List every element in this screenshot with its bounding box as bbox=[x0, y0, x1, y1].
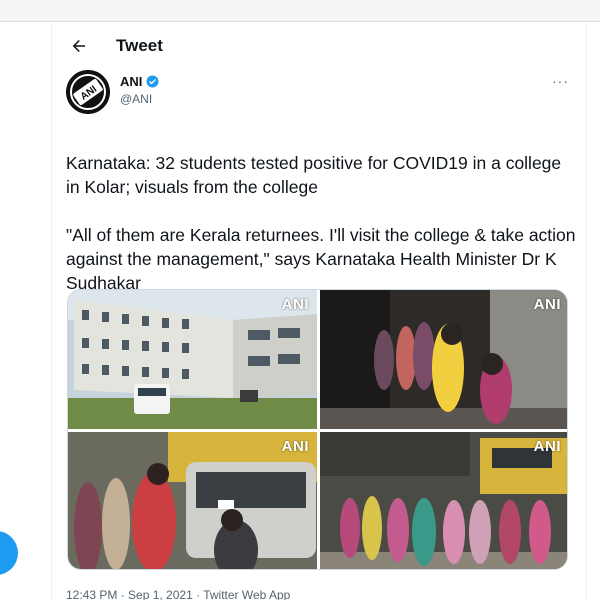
tweet-photo-students-queue[interactable]: ANI bbox=[320, 290, 567, 429]
tweet-photo-crowd[interactable]: ANI bbox=[320, 432, 567, 569]
arrow-left-icon bbox=[72, 40, 85, 52]
avatar[interactable]: ANI bbox=[66, 70, 110, 114]
tweet-detail-column: Tweet ANI ANI @ANI ··· Karnataka: 32 stu… bbox=[52, 23, 600, 600]
author-handle[interactable]: @ANI bbox=[120, 92, 159, 106]
compose-tweet-button[interactable] bbox=[0, 531, 18, 575]
tweet-paragraph: "All of them are Kerala returnees. I'll … bbox=[66, 225, 581, 293]
ani-logo-icon: ANI bbox=[66, 70, 110, 114]
more-dots-icon[interactable]: ··· bbox=[552, 73, 569, 89]
tweet-timestamp[interactable]: 12:43 PM · Sep 1, 2021 · Twitter Web App bbox=[66, 588, 290, 600]
back-button[interactable] bbox=[62, 29, 96, 63]
page-title: Tweet bbox=[116, 36, 163, 55]
tweet-text: Karnataka: 32 students tested positive f… bbox=[66, 151, 576, 295]
author-name[interactable]: ANI bbox=[120, 74, 142, 89]
left-sidebar bbox=[0, 23, 52, 600]
verified-badge-icon bbox=[146, 75, 159, 88]
ani-watermark: ANI bbox=[533, 296, 561, 313]
ani-watermark: ANI bbox=[281, 296, 309, 313]
tweet-photo-swab-test[interactable]: ANI bbox=[68, 432, 317, 569]
browser-top-bar bbox=[0, 0, 600, 22]
ani-watermark: ANI bbox=[533, 438, 561, 455]
tweet-photo-college-building[interactable]: ANI bbox=[68, 290, 317, 429]
tweet-media-grid: ANI ANI ANI ANI bbox=[67, 289, 568, 570]
tweet-header: Tweet bbox=[52, 23, 586, 69]
ani-watermark: ANI bbox=[281, 438, 309, 455]
tweet-author: ANI @ANI bbox=[120, 74, 159, 106]
right-sidebar bbox=[586, 23, 600, 600]
tweet-paragraph: Karnataka: 32 students tested positive f… bbox=[66, 153, 567, 197]
